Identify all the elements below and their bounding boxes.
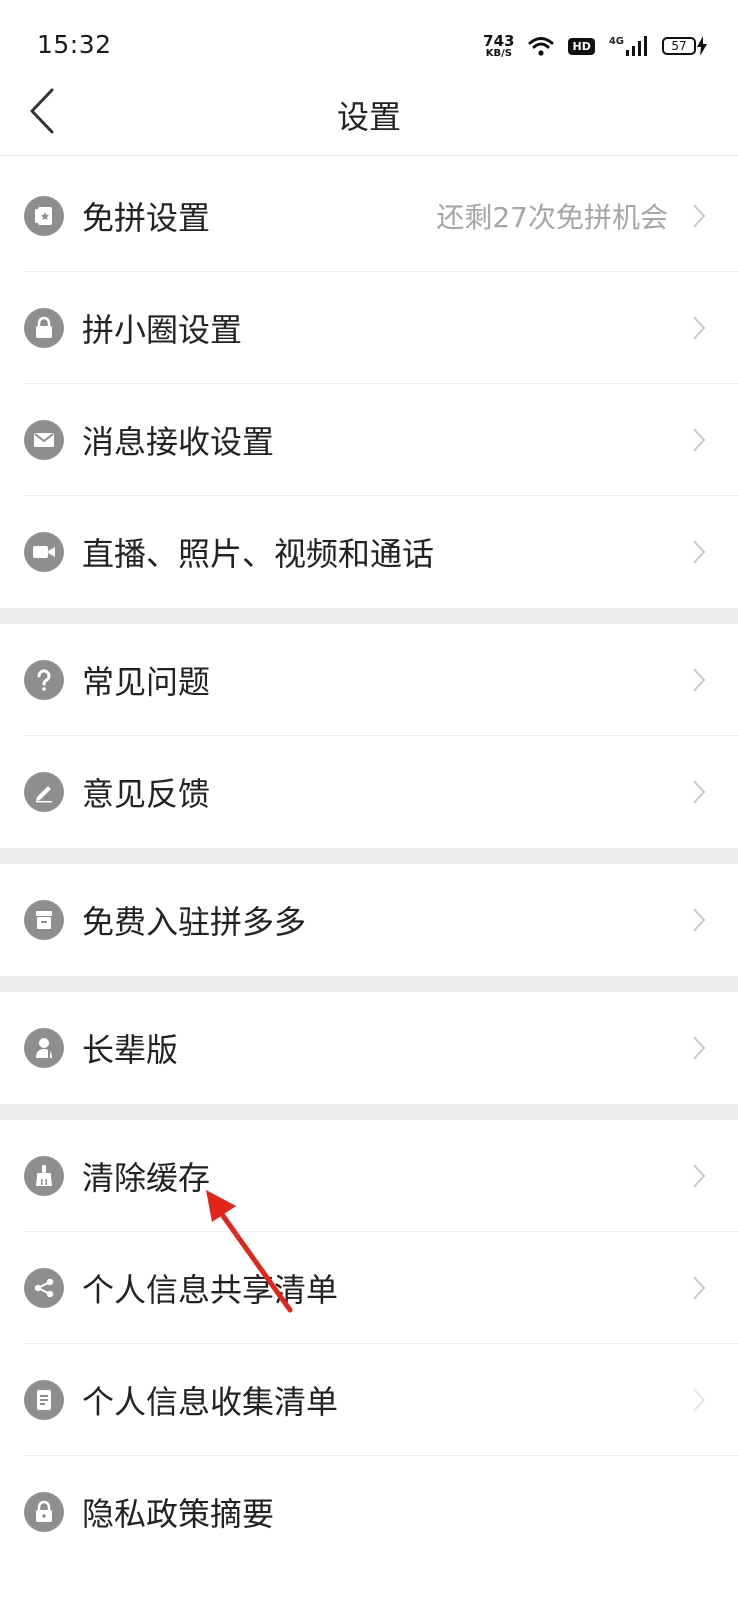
- chevron-right-icon: [693, 1276, 706, 1300]
- video-camera-icon: [24, 532, 64, 572]
- battery-level: 57: [662, 37, 696, 55]
- page-title: 设置: [336, 98, 401, 136]
- settings-item-circle[interactable]: 拼小圈设置: [0, 272, 738, 384]
- settings-item-label: 免拼设置: [82, 199, 211, 237]
- signal-type: 4G: [608, 36, 624, 47]
- settings-item-label: 个人信息收集清单: [82, 1383, 339, 1421]
- chevron-right-icon: [693, 780, 706, 804]
- chevron-right-icon: [693, 540, 706, 564]
- section-gap: [0, 608, 738, 624]
- settings-item-label: 消息接收设置: [82, 423, 275, 461]
- settings-item-label: 免费入驻拼多多: [82, 903, 307, 941]
- charging-bolt-icon: [697, 36, 707, 56]
- settings-item-label: 清除缓存: [82, 1159, 211, 1197]
- settings-item-info-sharing-list[interactable]: 个人信息共享清单: [0, 1232, 738, 1344]
- mail-icon: [24, 420, 64, 460]
- settings-item-label: 直播、照片、视频和通话: [82, 535, 435, 573]
- hd-badge: HD: [568, 37, 595, 55]
- settings-item-label: 常见问题: [82, 663, 211, 701]
- settings-list: 免拼设置 还剩27次免拼机会 拼小圈设置 消息接收设置 直播、照片、视频和通话: [0, 160, 738, 1568]
- settings-item-media-calls[interactable]: 直播、照片、视频和通话: [0, 496, 738, 608]
- settings-item-clear-cache[interactable]: 清除缓存: [0, 1120, 738, 1232]
- signal-bars-icon: [626, 36, 647, 56]
- battery-indicator: 57: [662, 36, 708, 56]
- network-speed-value: 743: [483, 31, 515, 50]
- status-time: 15:32: [37, 30, 112, 59]
- settings-item-elder-mode[interactable]: 长辈版: [0, 992, 738, 1104]
- pencil-icon: [24, 772, 64, 812]
- wifi-icon: [528, 37, 554, 56]
- question-icon: [24, 660, 64, 700]
- store-icon: [24, 900, 64, 940]
- chevron-right-icon: [693, 204, 706, 228]
- lock-icon: [24, 308, 64, 348]
- elder-icon: [24, 1028, 64, 1068]
- settings-item-free-group[interactable]: 免拼设置 还剩27次免拼机会: [0, 160, 738, 272]
- chevron-right-icon: [693, 668, 706, 692]
- settings-item-label: 隐私政策摘要: [82, 1495, 275, 1533]
- status-icons: 743 KB/S HD 4G 57: [483, 30, 708, 62]
- settings-item-messages[interactable]: 消息接收设置: [0, 384, 738, 496]
- chevron-right-icon: [693, 1388, 706, 1412]
- network-speed: 743 KB/S: [483, 31, 515, 59]
- navigation-bar: 设置: [0, 86, 738, 156]
- settings-item-label: 意见反馈: [82, 775, 211, 813]
- settings-item-privacy-summary[interactable]: 隐私政策摘要: [0, 1456, 738, 1568]
- cellular-signal: 4G: [609, 36, 648, 56]
- chevron-right-icon: [693, 1164, 706, 1188]
- settings-item-feedback[interactable]: 意见反馈: [0, 736, 738, 848]
- settings-item-label: 长辈版: [82, 1031, 179, 1069]
- broom-icon: [24, 1156, 64, 1196]
- chevron-right-icon: [693, 908, 706, 932]
- settings-item-faq[interactable]: 常见问题: [0, 624, 738, 736]
- document-list-icon: [24, 1380, 64, 1420]
- chevron-right-icon: [693, 316, 706, 340]
- section-gap: [0, 1104, 738, 1120]
- settings-item-info-collection-list[interactable]: 个人信息收集清单: [0, 1344, 738, 1456]
- chevron-right-icon: [693, 428, 706, 452]
- chevron-right-icon: [693, 1036, 706, 1060]
- settings-item-merchant-join[interactable]: 免费入驻拼多多: [0, 864, 738, 976]
- card-star-icon: [24, 196, 64, 236]
- settings-item-label: 个人信息共享清单: [82, 1271, 339, 1309]
- share-icon: [24, 1268, 64, 1308]
- settings-item-label: 拼小圈设置: [82, 311, 243, 349]
- section-gap: [0, 848, 738, 864]
- free-group-remaining: 还剩27次免拼机会: [436, 201, 668, 234]
- network-speed-unit: KB/S: [485, 47, 512, 59]
- status-bar: 15:32 743 KB/S HD 4G 57: [0, 0, 738, 86]
- lock-icon: [24, 1492, 64, 1532]
- section-gap: [0, 976, 738, 992]
